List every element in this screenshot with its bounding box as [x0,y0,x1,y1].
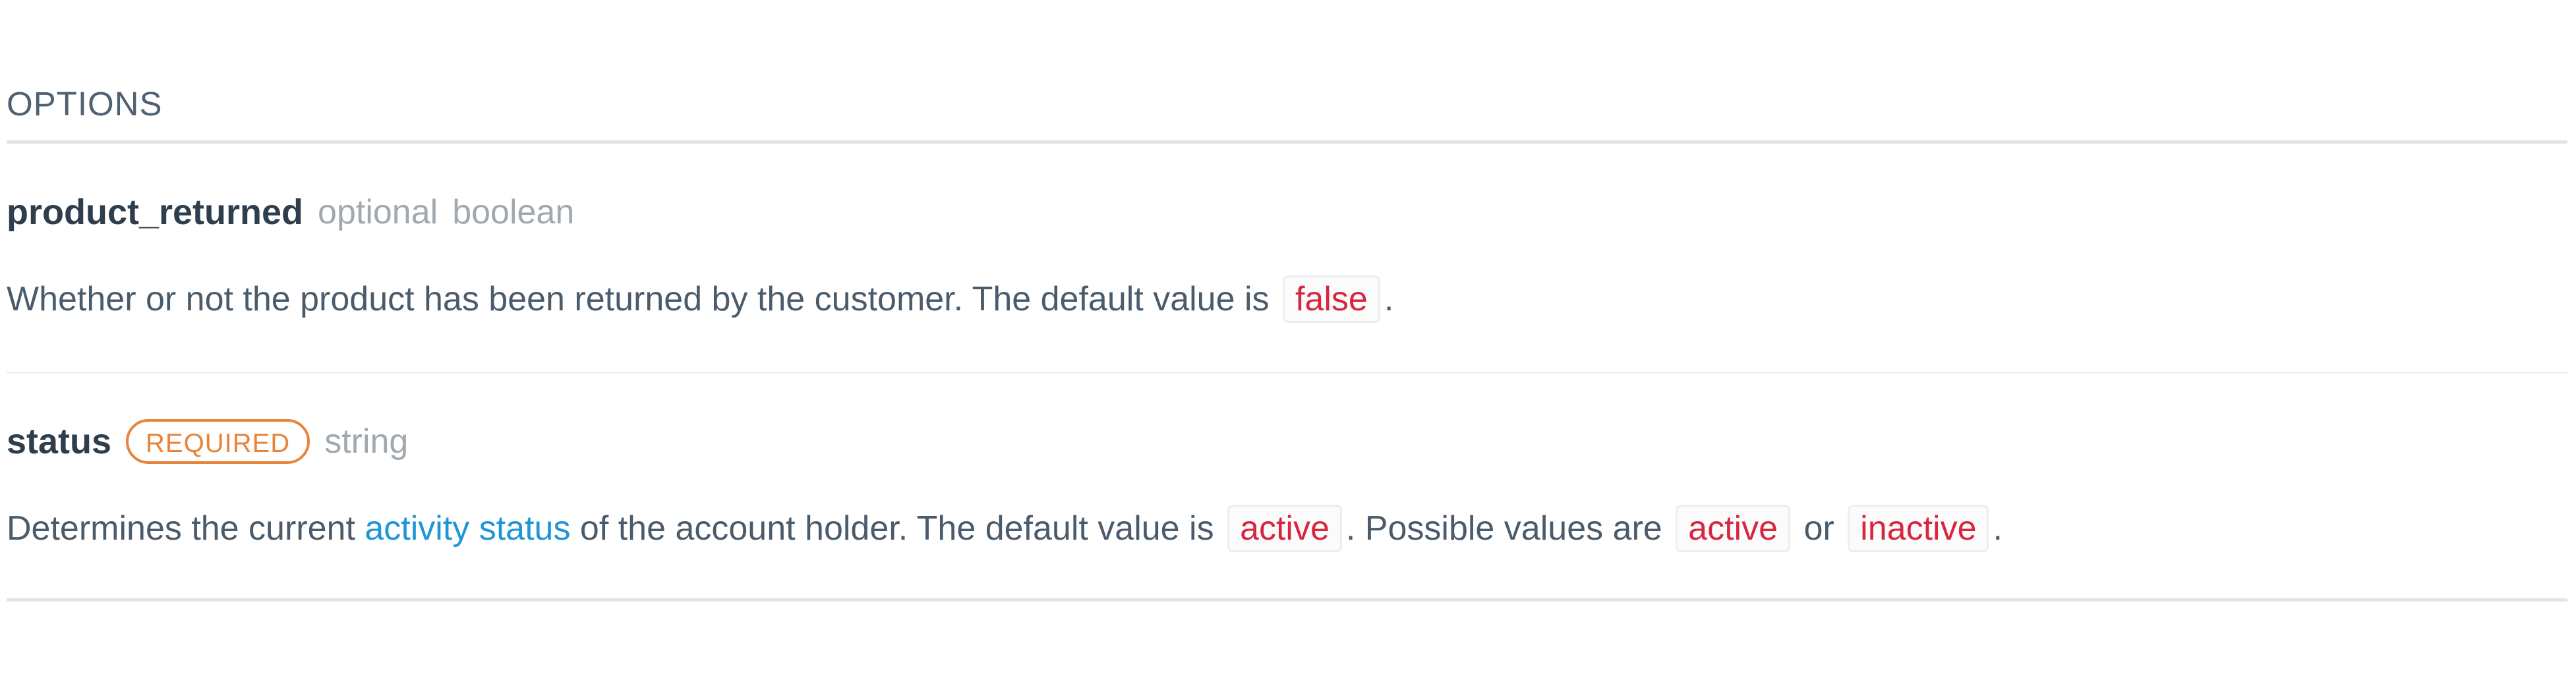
option-header: product_returned optional boolean [7,186,2567,239]
description-text: or [1803,509,1834,548]
option-divider [7,372,2567,374]
description-text: . [1993,509,2003,548]
section-bottom-divider [7,598,2567,602]
option-qualifier: optional [318,193,438,231]
required-badge: REQUIRED [126,419,310,464]
description-text: of the account holder. The default value… [579,509,1214,548]
description-text: Determines the current [7,509,355,548]
description-text: . Possible values are [1345,509,1662,548]
option-type: string [324,422,409,461]
default-value-code: false [1282,275,1380,323]
section-title: OPTIONS [7,85,163,123]
option-name: product_returned [7,192,304,232]
option-description: Whether or not the product has been retu… [7,273,2567,326]
section-divider [7,140,2567,144]
option-header: status REQUIRED string [7,415,2567,468]
option-product-returned: product_returned optional boolean Whethe… [7,186,2567,326]
default-value-code: active [1227,505,1342,552]
option-type: boolean [452,193,575,231]
description-text: Whether or not the product has been retu… [7,280,1270,318]
possible-value-code: active [1676,505,1791,552]
activity-status-link[interactable]: activity status [365,509,570,548]
option-status: status REQUIRED string Determines the cu… [7,415,2567,555]
option-name: status [7,422,112,461]
option-description: Determines the current activity status o… [7,502,2567,555]
possible-value-code: inactive [1848,505,1989,552]
description-text: . [1384,280,1394,318]
